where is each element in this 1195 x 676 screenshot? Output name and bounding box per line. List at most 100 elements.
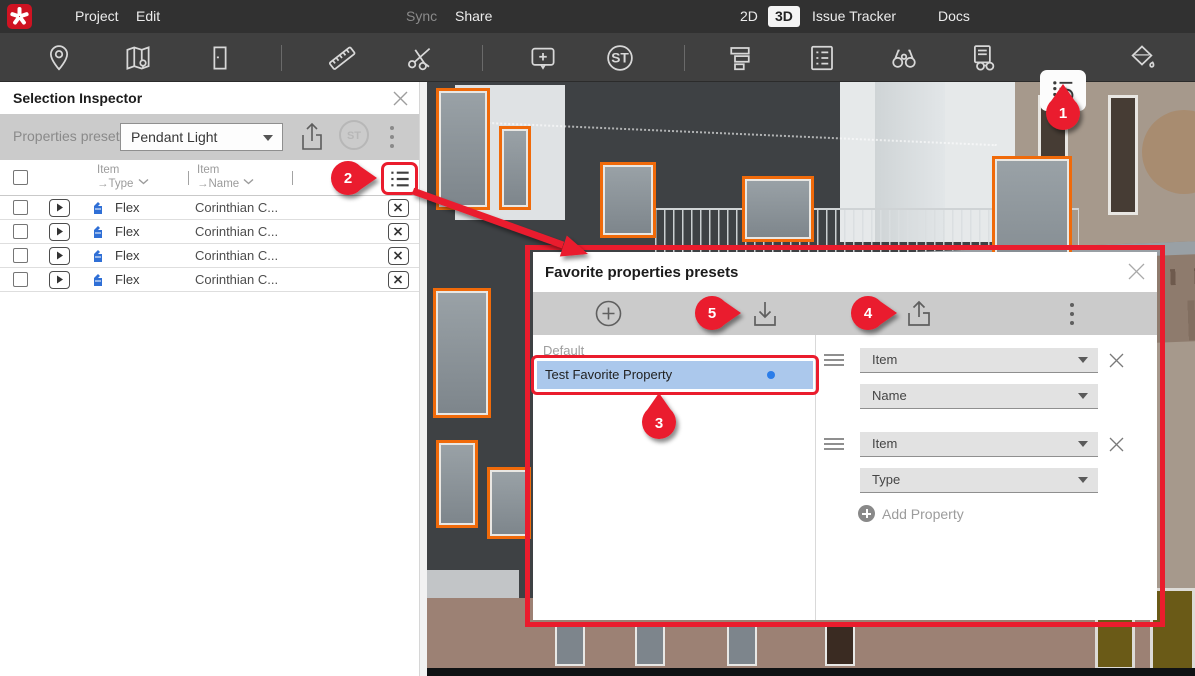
svg-text:ST: ST	[611, 50, 629, 65]
toolbar-divider	[684, 45, 685, 71]
cell-item-name: Corinthian C...	[195, 224, 278, 239]
table-row[interactable]: Flex Corinthian C...	[0, 196, 427, 220]
menu-bar: Project Edit Sync Share 2D 3D Issue Trac…	[0, 0, 1195, 33]
dropdown-value: Type	[872, 472, 900, 487]
appearance-paint-icon[interactable]	[1127, 43, 1157, 73]
cell-item-name: Corinthian C...	[195, 272, 278, 287]
add-issue-icon[interactable]	[528, 43, 558, 73]
column-item-type[interactable]: Item →Type	[97, 163, 133, 191]
selection-table: Flex Corinthian C... Flex Corinthian C..…	[0, 196, 427, 292]
drag-handle[interactable]	[824, 354, 844, 366]
remove-property-icon[interactable]	[1108, 436, 1125, 453]
tab-3d[interactable]: 3D	[768, 6, 800, 27]
table-row[interactable]: Flex Corinthian C...	[0, 268, 427, 292]
remove-row-button[interactable]	[388, 247, 409, 265]
menu-edit[interactable]: Edit	[136, 0, 160, 33]
highlighted-window[interactable]	[436, 440, 478, 528]
scene-window	[1108, 95, 1138, 215]
header-divider	[188, 171, 189, 185]
chevron-down-icon	[1078, 477, 1088, 483]
export-icon[interactable]	[299, 121, 325, 153]
property-field-dropdown[interactable]: Type	[860, 468, 1098, 493]
panel-scrollbar[interactable]	[419, 82, 427, 676]
cell-item-name: Corinthian C...	[195, 200, 278, 215]
search-binoculars-icon[interactable]	[889, 43, 919, 73]
remove-property-icon[interactable]	[1108, 352, 1125, 369]
highlighted-window[interactable]	[433, 288, 491, 418]
dropdown-value: Name	[872, 388, 907, 403]
properties-preset-dropdown[interactable]: Pendant Light	[120, 123, 283, 151]
table-row[interactable]: Flex Corinthian C...	[0, 220, 427, 244]
row-checkbox[interactable]	[13, 200, 28, 215]
st-stamp-badge: ST	[338, 119, 370, 151]
add-preset-icon[interactable]	[595, 300, 622, 327]
table-header: Item →Type Item →Name	[0, 160, 427, 196]
search-properties-icon[interactable]	[968, 43, 998, 73]
property-source-dropdown[interactable]: Item	[860, 348, 1098, 373]
main-toolbar: ST	[0, 33, 1195, 82]
tab-issue-tracker[interactable]: Issue Tracker	[812, 0, 896, 33]
play-focus-button[interactable]	[49, 199, 70, 217]
highlighted-window[interactable]	[499, 126, 531, 210]
dialog-toolbar	[533, 292, 1157, 335]
list-icon-highlight-box	[381, 162, 418, 195]
highlighted-window[interactable]	[436, 88, 490, 210]
kebab-menu-icon[interactable]	[1067, 301, 1077, 327]
chevron-down-icon[interactable]	[138, 178, 149, 185]
tab-2d[interactable]: 2D	[740, 0, 758, 33]
import-icon[interactable]	[750, 299, 780, 329]
export-icon[interactable]	[904, 299, 934, 329]
kebab-menu-icon[interactable]	[387, 124, 397, 150]
col-line: Item	[97, 163, 133, 177]
measure-ruler-icon[interactable]	[327, 43, 357, 73]
add-property-label[interactable]: Add Property	[882, 506, 964, 522]
tab-docs[interactable]: Docs	[938, 0, 970, 33]
chevron-down-icon	[1078, 441, 1088, 447]
select-all-checkbox[interactable]	[13, 170, 28, 185]
row-checkbox[interactable]	[13, 248, 28, 263]
property-source-dropdown[interactable]: Item	[860, 432, 1098, 457]
cell-item-type: Flex	[115, 248, 140, 263]
play-focus-button[interactable]	[49, 247, 70, 265]
chevron-down-icon[interactable]	[243, 178, 254, 185]
drag-handle[interactable]	[824, 438, 844, 450]
viewpoint-pin-icon[interactable]	[44, 43, 74, 73]
toolbar-divider	[281, 45, 282, 71]
properties-list-icon[interactable]	[807, 43, 837, 73]
cell-item-type: Flex	[115, 272, 140, 287]
close-icon[interactable]	[392, 90, 409, 107]
col-line: →Type	[97, 177, 133, 191]
highlighted-window[interactable]	[742, 176, 814, 242]
property-field-dropdown[interactable]: Name	[860, 384, 1098, 409]
preset-value: Pendant Light	[131, 129, 217, 145]
menu-share[interactable]: Share	[455, 0, 492, 33]
stamp-st-icon[interactable]: ST	[605, 43, 635, 73]
app-logo-icon	[7, 4, 32, 29]
play-focus-button[interactable]	[49, 223, 70, 241]
add-property-icon[interactable]	[858, 505, 875, 522]
menu-project[interactable]: Project	[75, 0, 119, 33]
close-icon[interactable]	[1127, 262, 1146, 281]
door-icon[interactable]	[205, 43, 235, 73]
scene-ground	[427, 668, 1195, 676]
header-divider	[292, 171, 293, 185]
row-checkbox[interactable]	[13, 224, 28, 239]
cell-item-name: Corinthian C...	[195, 248, 278, 263]
selection-inspector-button-active[interactable]	[1040, 70, 1086, 111]
map-icon[interactable]	[123, 43, 153, 73]
remove-row-button[interactable]	[388, 271, 409, 289]
chevron-down-icon	[1078, 393, 1088, 399]
table-row[interactable]: Flex Corinthian C...	[0, 244, 427, 268]
play-focus-button[interactable]	[49, 271, 70, 289]
remove-row-button[interactable]	[388, 223, 409, 241]
element-type-icon	[90, 224, 106, 240]
row-checkbox[interactable]	[13, 272, 28, 287]
section-cut-scissors-icon[interactable]	[404, 43, 434, 73]
object-tree-icon[interactable]	[725, 43, 755, 73]
element-type-icon	[90, 272, 106, 288]
column-item-name[interactable]: Item →Name	[197, 163, 239, 191]
remove-row-button[interactable]	[388, 199, 409, 217]
scene-door	[555, 622, 585, 666]
highlighted-window[interactable]	[600, 162, 656, 238]
menu-sync: Sync	[406, 0, 437, 33]
